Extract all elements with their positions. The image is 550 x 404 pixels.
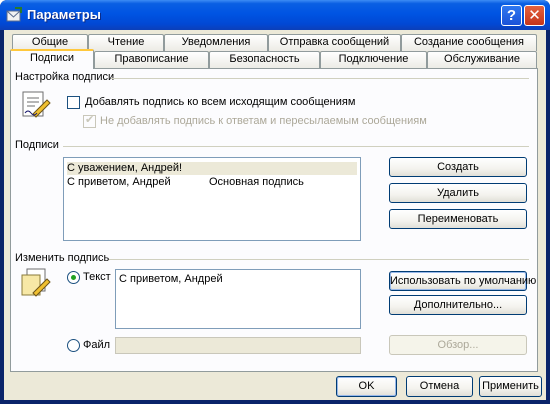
advanced-button[interactable]: Дополнительно... — [389, 295, 527, 315]
edit-signature-icon — [21, 268, 51, 297]
no-reply-signature-label: Не добавлять подпись к ответам и пересыл… — [100, 115, 427, 127]
signature-name: С уважением, Андрей! — [67, 162, 183, 174]
file-radio[interactable] — [67, 339, 80, 352]
create-signature-button[interactable]: Создать — [389, 157, 527, 177]
help-button[interactable]: ? — [501, 5, 522, 26]
signatures-tab-page: Настройка подписи Добавлять подпись ко в… — [10, 68, 538, 372]
signature-settings-label: Настройка подписи — [15, 71, 115, 83]
dialog-body: Общие Чтение Уведомления Отправка сообще… — [4, 30, 546, 400]
separator — [111, 78, 529, 79]
tab-send[interactable]: Отправка сообщений — [268, 34, 401, 51]
list-item[interactable]: С приветом, Андрей Основная подпись — [67, 176, 357, 189]
signatures-group-label: Подписи — [15, 139, 59, 151]
tab-notifications[interactable]: Уведомления — [164, 34, 268, 51]
set-default-button[interactable]: Использовать по умолчанию — [389, 271, 536, 291]
ok-button[interactable]: OK — [336, 376, 397, 397]
separator — [109, 259, 529, 260]
signature-name: С приветом, Андрей — [67, 176, 171, 188]
signature-note: Основная подпись — [209, 176, 304, 188]
text-radio-label: Текст — [83, 271, 111, 283]
add-signature-label: Добавлять подпись ко всем исходящим сооб… — [85, 96, 356, 108]
title-bar[interactable]: Параметры ? ✕ — [0, 0, 550, 30]
text-radio[interactable] — [67, 271, 80, 284]
checkmark-icon: ✔ — [85, 114, 95, 126]
delete-signature-button[interactable]: Удалить — [389, 183, 527, 203]
tab-signatures[interactable]: Подписи — [10, 49, 94, 69]
list-item[interactable]: С уважением, Андрей! — [67, 162, 357, 175]
tab-read[interactable]: Чтение — [88, 34, 164, 51]
tab-security[interactable]: Безопасность — [209, 51, 320, 68]
signature-text-area[interactable]: С приветом, Андрей — [115, 269, 361, 329]
window-title: Параметры — [27, 7, 101, 22]
tab-connection[interactable]: Подключение — [320, 51, 427, 68]
tab-maintenance[interactable]: Обслуживание — [427, 51, 537, 68]
edit-signature-label: Изменить подпись — [15, 252, 110, 264]
signature-settings-icon — [22, 91, 51, 118]
options-dialog: Параметры ? ✕ Общие Чтение Уведомления О… — [0, 0, 550, 404]
file-radio-label: Файл — [83, 339, 111, 351]
signatures-list[interactable]: С уважением, Андрей! С приветом, Андрей … — [63, 157, 361, 241]
apply-button[interactable]: Применить — [479, 376, 542, 397]
tab-compose[interactable]: Создание сообщения — [401, 34, 537, 51]
tab-spelling[interactable]: Правописание — [94, 51, 209, 68]
browse-button[interactable]: Обзор... — [389, 335, 527, 355]
mail-app-icon — [6, 7, 22, 22]
close-button[interactable]: ✕ — [524, 5, 545, 26]
no-reply-signature-checkbox[interactable]: ✔ — [83, 114, 96, 128]
signature-file-field[interactable] — [115, 337, 361, 354]
cancel-button[interactable]: Отмена — [406, 376, 473, 397]
rename-signature-button[interactable]: Переименовать — [389, 209, 527, 229]
separator — [63, 146, 529, 147]
add-signature-checkbox[interactable] — [67, 96, 80, 109]
